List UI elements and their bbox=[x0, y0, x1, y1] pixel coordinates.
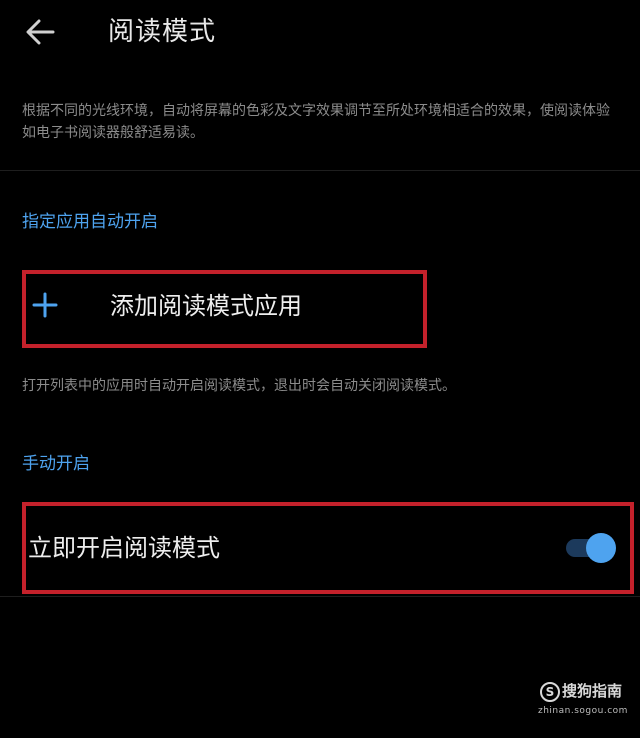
watermark-text: 搜狗指南 bbox=[562, 682, 623, 700]
plus-icon bbox=[32, 292, 58, 318]
sogou-watermark: S 搜狗指南 zhinan.sogou.com bbox=[534, 680, 628, 724]
page-title: 阅读模式 bbox=[108, 17, 217, 47]
switch-thumb bbox=[586, 533, 616, 563]
reading-mode-description: 根据不同的光线环境，自动将屏幕的色彩及文字效果调节至所处环境相适合的效果，使阅读… bbox=[22, 103, 610, 141]
add-reading-app-label: 添加阅读模式应用 bbox=[110, 292, 302, 320]
reading-mode-toggle-row[interactable]: 立即开启阅读模式 bbox=[22, 502, 634, 594]
reading-mode-switch[interactable] bbox=[566, 530, 616, 566]
arrow-left-icon bbox=[26, 19, 55, 45]
section-header-manual: 手动开启 bbox=[22, 454, 90, 474]
app-header: 阅读模式 bbox=[0, 0, 640, 66]
back-button[interactable] bbox=[22, 16, 58, 48]
auto-open-hint: 打开列表中的应用时自动开启阅读模式，退出时会自动关闭阅读模式。 bbox=[22, 378, 456, 394]
toggle-label: 立即开启阅读模式 bbox=[28, 534, 220, 562]
divider bbox=[0, 596, 640, 597]
divider bbox=[0, 170, 640, 171]
watermark-url: zhinan.sogou.com bbox=[538, 706, 628, 716]
add-reading-app-button[interactable]: 添加阅读模式应用 bbox=[22, 270, 427, 348]
sogou-logo-icon: S bbox=[540, 682, 560, 702]
section-header-auto: 指定应用自动开启 bbox=[22, 212, 158, 232]
